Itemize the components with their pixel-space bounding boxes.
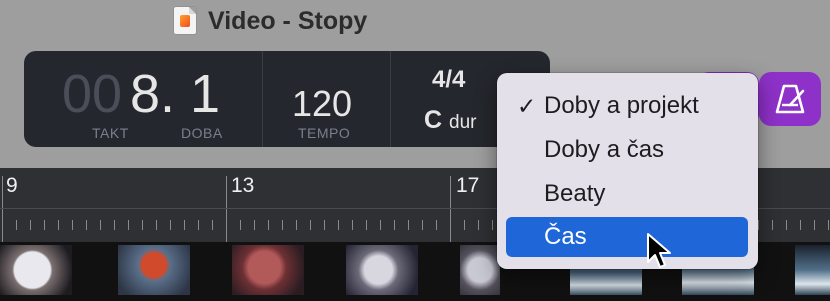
title-bar: Video - Stopy [0,0,830,48]
ruler-minor-tick [380,220,381,230]
ruler-minor-tick [184,220,185,230]
ruler-minor-tick [310,220,311,230]
video-thumbnail [460,245,500,295]
ruler-minor-tick [30,220,31,230]
metronome-icon [775,84,805,114]
key-mode: dur [449,112,477,133]
menu-item-label: Doby a projekt [544,92,699,119]
video-thumbnail [118,245,190,295]
pointer-cursor-icon [647,233,671,268]
ruler-minor-tick [170,220,171,230]
ruler-minor-tick [786,220,787,230]
ruler-minor-tick [758,220,759,230]
ruler-minor-tick [100,220,101,230]
ruler-minor-tick [394,220,395,230]
ruler-minor-tick [198,220,199,230]
ruler-marker: 13 [231,174,255,197]
ruler-minor-tick [72,220,73,230]
menu-item-time[interactable]: Čas [506,217,748,257]
ruler-minor-tick [296,220,297,230]
menu-item-beats[interactable]: Beaty [506,174,748,214]
beat-label: DOBA [181,125,223,141]
ruler-minor-tick [86,220,87,230]
ruler-minor-tick [114,220,115,230]
ruler-marker: 17 [456,174,480,197]
window-title: Video - Stopy [208,7,368,35]
menu-item-label: Čas [544,223,587,250]
ruler-minor-tick [16,220,17,230]
ruler-minor-tick [828,220,829,230]
bar-leading-zeros: 00 [62,64,123,124]
ruler-minor-tick [324,220,325,230]
ruler-minor-tick [492,220,493,230]
bar-label: TAKT [92,125,129,141]
lcd-divider [390,51,391,147]
menu-item-beats-and-time[interactable]: Doby a čas [506,130,748,170]
video-thumbnail [232,245,304,295]
ruler-minor-tick [142,220,143,230]
ruler-minor-tick [254,220,255,230]
ruler-major-tick [2,176,3,242]
ruler-minor-tick [436,220,437,230]
tempo-value: 120 [292,83,353,124]
key-signature: C dur [424,106,476,135]
ruler-minor-tick [240,220,241,230]
ruler-minor-tick [352,220,353,230]
menu-item-label: Beaty [544,180,606,207]
ruler-minor-tick [772,220,773,230]
ruler-major-tick [450,176,451,242]
ruler-major-tick [226,176,227,242]
checkmark-icon: ✓ [517,93,537,119]
metronome-button[interactable] [759,72,821,126]
ruler-minor-tick [338,220,339,230]
key-note: C [424,106,443,134]
ruler-minor-tick [156,220,157,230]
ruler-minor-tick [212,220,213,230]
ruler-minor-tick [128,220,129,230]
ruler-minor-tick [800,220,801,230]
ruler-minor-tick [268,220,269,230]
bar-beat-value: 8. 1 [130,64,221,124]
ruler-minor-tick [478,220,479,230]
lcd-display[interactable]: 00 8. 1 TAKT DOBA 120 TEMPO 4/4 C dur [24,51,550,147]
video-thumbnail [0,245,72,295]
ruler-minor-tick [366,220,367,230]
tempo-label: TEMPO [298,125,351,141]
ruler-minor-tick [422,220,423,230]
time-signature: 4/4 [432,66,466,93]
video-thumbnail [795,245,830,295]
video-thumbnail [346,245,418,295]
document-icon [174,7,196,34]
lcd-divider [262,51,263,147]
ruler-minor-tick [58,220,59,230]
ruler-minor-tick [464,220,465,230]
menu-item-beats-and-project[interactable]: ✓ Doby a projekt [506,86,748,126]
menu-item-label: Doby a čas [544,136,665,163]
ruler-marker: 9 [6,174,18,197]
ruler-minor-tick [44,220,45,230]
ruler-minor-tick [814,220,815,230]
ruler-minor-tick [282,220,283,230]
ruler-display-menu: ✓ Doby a projekt Doby a čas Beaty Čas [497,73,758,269]
ruler-minor-tick [408,220,409,230]
